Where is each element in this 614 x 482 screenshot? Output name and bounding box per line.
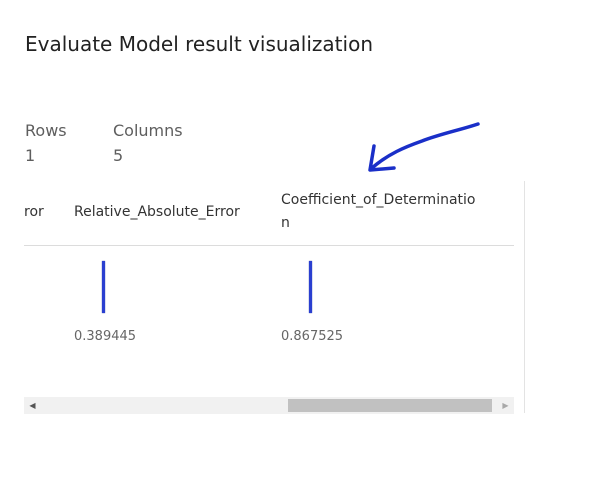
scroll-right-arrow-icon[interactable]: ▶ bbox=[497, 397, 514, 414]
hand-drawn-arrow-icon bbox=[368, 122, 480, 172]
histogram-bar-coefficient-of-determination[interactable] bbox=[309, 261, 312, 313]
column-header-relative-absolute-error[interactable]: Relative_Absolute_Error bbox=[74, 201, 240, 224]
horizontal-scrollbar[interactable]: ◀ ▶ bbox=[24, 397, 514, 414]
scrollbar-thumb[interactable] bbox=[288, 399, 492, 412]
column-header-line-2: n bbox=[281, 215, 290, 231]
table-header-row: ror Relative_Absolute_Error Coefficient_… bbox=[24, 183, 514, 246]
cell-relative-absolute-error: 0.389445 bbox=[74, 329, 137, 344]
column-header-error[interactable]: ror bbox=[24, 201, 44, 224]
results-table: ror Relative_Absolute_Error Coefficient_… bbox=[24, 183, 514, 418]
columns-value: 5 bbox=[113, 146, 124, 165]
columns-label: Columns bbox=[113, 121, 183, 140]
page-title: Evaluate Model result visualization bbox=[25, 32, 373, 56]
rows-label: Rows bbox=[25, 121, 67, 140]
scroll-left-arrow-icon[interactable]: ◀ bbox=[24, 397, 41, 414]
table-right-border bbox=[524, 181, 525, 413]
cell-coefficient-of-determination: 0.867525 bbox=[281, 329, 344, 344]
column-header-line-1: Coefficient_of_Determinatio bbox=[281, 192, 476, 208]
rows-value: 1 bbox=[25, 146, 36, 165]
histogram-bar-relative-absolute-error[interactable] bbox=[102, 261, 105, 313]
column-header-coefficient-of-determination[interactable]: Coefficient_of_Determinatio n bbox=[281, 189, 475, 235]
evaluate-model-panel: Evaluate Model result visualization Rows… bbox=[0, 0, 614, 482]
